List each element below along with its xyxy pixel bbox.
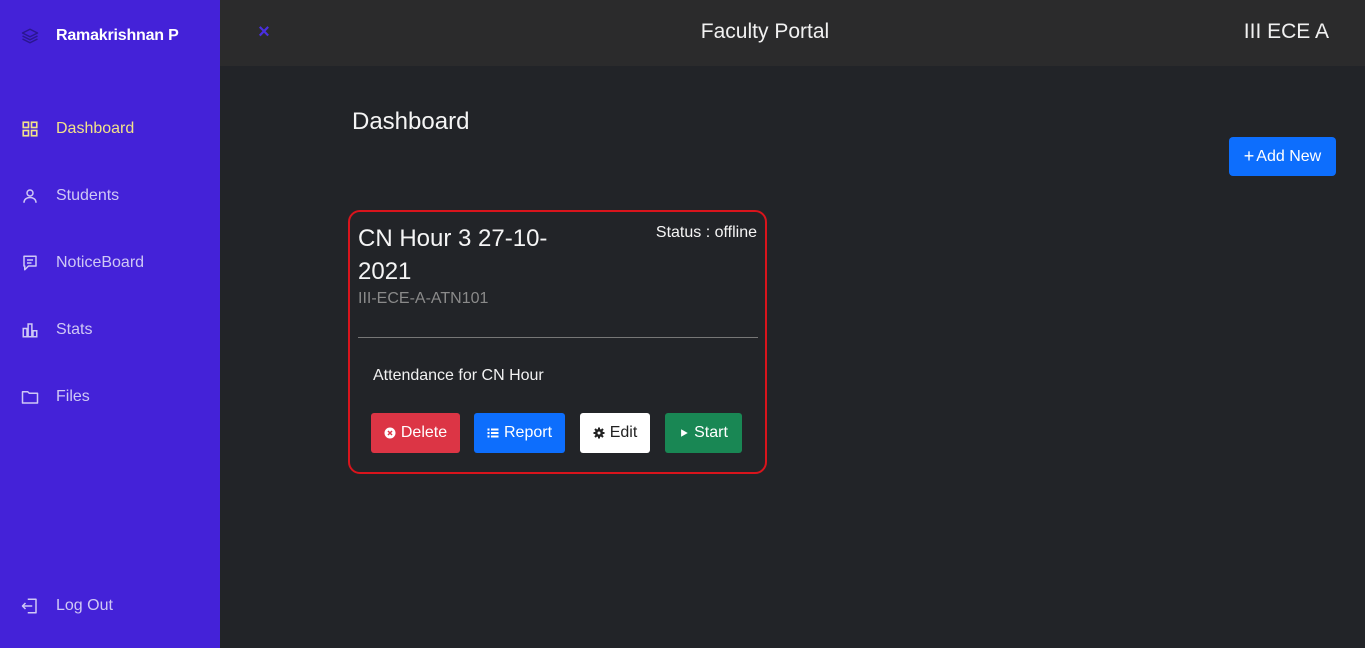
card-code: III-ECE-A-ATN101: [358, 290, 489, 307]
bar-chart-icon: [20, 320, 40, 340]
sidebar-item-files[interactable]: Files: [0, 363, 220, 430]
edit-button[interactable]: Edit: [580, 413, 650, 453]
add-new-button[interactable]: + Add New: [1229, 137, 1336, 176]
attendance-card: CN Hour 3 27-10-2021 III-ECE-A-ATN101 St…: [348, 210, 767, 474]
logout-button[interactable]: Log Out: [0, 588, 220, 624]
sidebar-user: Ramakrishnan P: [20, 24, 179, 48]
sidebar-item-dashboard[interactable]: Dashboard: [0, 95, 220, 162]
portal-title: Faculty Portal: [700, 20, 830, 43]
card-description: Attendance for CN Hour: [373, 367, 544, 384]
grid-icon: [20, 119, 40, 139]
sidebar-item-label: Files: [56, 387, 90, 405]
report-button[interactable]: Report: [474, 413, 565, 453]
message-icon: [20, 253, 40, 273]
logout-icon: [20, 596, 40, 616]
layers-icon: [20, 26, 40, 46]
class-name: III ECE A: [1243, 20, 1329, 43]
logout-label: Log Out: [56, 597, 113, 614]
edit-label: Edit: [609, 424, 638, 441]
top-bar: × Faculty Portal III ECE A: [220, 0, 1365, 66]
user-name: Ramakrishnan P: [56, 27, 179, 44]
sidebar-item-label: Stats: [56, 320, 93, 338]
delete-label: Delete: [400, 424, 448, 441]
card-title: CN Hour 3 27-10-2021: [358, 225, 548, 285]
divider: [358, 337, 758, 338]
sidebar-item-noticeboard[interactable]: NoticeBoard: [0, 229, 220, 296]
status-badge: Status : offline: [655, 224, 757, 241]
sidebar-item-students[interactable]: Students: [0, 162, 220, 229]
folder-icon: [20, 387, 40, 407]
add-new-label: Add New: [1256, 147, 1322, 165]
play-icon: [679, 428, 689, 438]
user-icon: [20, 186, 40, 206]
plus-icon: +: [1243, 146, 1255, 166]
start-label: Start: [694, 424, 728, 441]
x-circle-icon: [384, 427, 396, 439]
sidebar-item-label: Students: [56, 186, 120, 204]
gear-icon: [593, 427, 605, 439]
sidebar-nav: Dashboard Students NoticeBoard Stats Fil…: [0, 95, 220, 430]
delete-button[interactable]: Delete: [371, 413, 460, 453]
page-title: Dashboard: [352, 108, 470, 135]
sidebar-item-label: Dashboard: [56, 119, 135, 137]
start-button[interactable]: Start: [665, 413, 742, 453]
sidebar: Ramakrishnan P Dashboard Students Notice…: [0, 0, 220, 648]
sidebar-item-stats[interactable]: Stats: [0, 296, 220, 363]
sidebar-item-label: NoticeBoard: [56, 253, 145, 271]
report-label: Report: [503, 424, 553, 441]
list-icon: [487, 427, 499, 439]
